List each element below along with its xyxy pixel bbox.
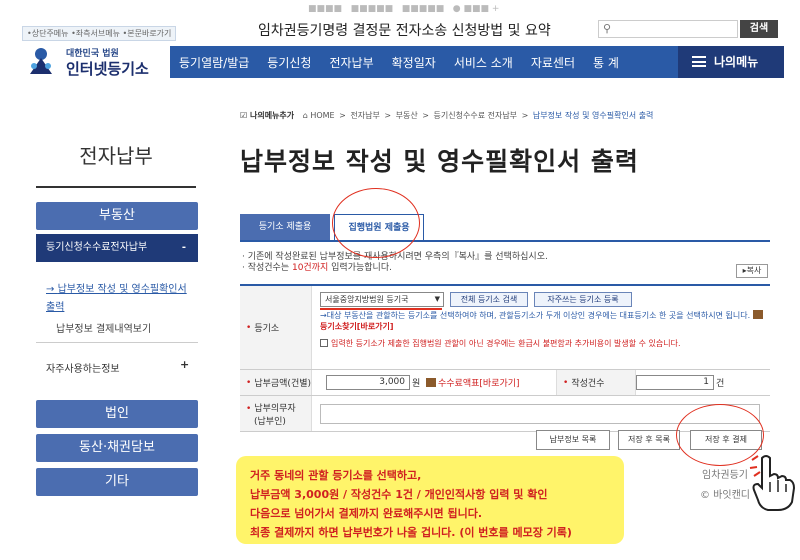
search-input[interactable] — [617, 22, 733, 36]
notice-text: · 기존에 작성완료된 납부정보를 재사용하시려면 우측의『복사』를 선택하십시… — [242, 252, 548, 273]
court-check-row[interactable]: 입력한 등기소가 제출한 집행법원 관할이 아닌 경우에는 환급시 불편함과 추… — [320, 338, 766, 349]
amount-unit: 원 — [412, 379, 421, 389]
my-menu-button[interactable]: 나의메뉴 — [678, 46, 784, 78]
breadcrumb: ☑ 나의메뉴추가 ⌂ HOME > 전자납부 > 부동산 > 등기신청수수료 전… — [240, 111, 654, 120]
nav-item-statistics[interactable]: 통 계 — [584, 54, 628, 71]
expand-icon[interactable]: + — [180, 358, 189, 371]
count-label: • 작성건수 — [556, 370, 636, 395]
save-and-list-button[interactable]: 저장 후 목록 — [618, 430, 680, 450]
payer-label: • 납부의무자 (납부인) — [240, 396, 312, 431]
amount-input[interactable]: 3,000 — [326, 375, 410, 390]
breadcrumb-e-payment[interactable]: 전자납부 — [350, 111, 379, 120]
sidebar-item-etc[interactable]: 기타 — [36, 468, 198, 496]
nav-item-apply[interactable]: 등기신청 — [258, 54, 320, 71]
logo-title: 인터넷등기소 — [66, 60, 149, 78]
home-icon: ⌂ — [302, 111, 308, 120]
tab-registry-submission[interactable]: 등기소 제출용 — [240, 214, 330, 241]
search-icon: ⚲ — [603, 22, 612, 35]
frequent-court-register-button[interactable]: 자주쓰는 등기소 등록 — [534, 292, 632, 307]
sidebar-divider — [36, 186, 196, 188]
book-icon — [752, 310, 763, 319]
skip-links[interactable]: •상단주메뉴 •좌측서브메뉴 •본문바로가기 — [22, 26, 177, 41]
search-box[interactable]: ⚲ — [598, 20, 738, 38]
sidebar-link-payment-history[interactable]: 납부정보 결제내역보기 — [56, 320, 151, 335]
main-nav: 등기열람/발급 등기신청 전자납부 확정일자 서비스 소개 자료센터 통 계 — [170, 46, 678, 78]
sidebar-item-realestate[interactable]: 부동산 — [36, 202, 198, 230]
breadcrumb-home[interactable]: HOME — [310, 111, 334, 120]
overlay-title: 임차권등기명령 결정문 전자소송 신청방법 및 요약 — [258, 23, 551, 39]
payment-form: • 등기소 서울중앙지방법원 등기국 ▼ 전체 등기소 검색 자주쓰는 등기소 등록… — [240, 284, 770, 432]
row-amount: • 납부금액(건별) 3,000 원 수수료액표[바로가기] • 작성건수 1 건 — [240, 370, 770, 396]
tab-underline — [240, 240, 770, 242]
annotation-note: 거주 동네의 관할 등기소를 선택하고, 납부금액 3,000원 / 작성건수 … — [236, 456, 624, 544]
utility-links-blurred: ■■■■ ■■■■■ ■■■■■ ● ■■■ + — [308, 4, 500, 14]
sidebar-link-write-payment[interactable]: → 납부정보 작성 및 영수필확인서 출력 — [46, 281, 194, 317]
book-icon — [426, 378, 436, 387]
site-logo[interactable]: 대한민국 법원 인터넷등기소 — [26, 42, 166, 82]
highlight-circle-tab — [332, 188, 420, 258]
court-note: →대상 부동산을 관할하는 등기소를 선택하여야 하며, 관할등기소가 두개 이… — [320, 310, 766, 332]
breadcrumb-current: 납부정보 작성 및 영수필확인서 출력 — [532, 111, 654, 120]
collapse-icon: - — [181, 242, 186, 253]
nav-item-resources[interactable]: 자료센터 — [522, 54, 584, 71]
sidebar-item-movable[interactable]: 동산·채권담보 — [36, 434, 198, 462]
court-checkbox[interactable] — [320, 339, 328, 347]
count-unit: 건 — [716, 379, 725, 389]
page-title: 납부정보 작성 및 영수필확인서 출력 — [240, 147, 639, 176]
breadcrumb-fee-payment[interactable]: 등기신청수수료 전자납부 — [434, 111, 518, 120]
nav-item-view-issue[interactable]: 등기열람/발급 — [170, 54, 258, 71]
copy-button[interactable]: ▸복사 — [736, 264, 768, 278]
nav-item-fixed-date[interactable]: 확정일자 — [383, 54, 445, 71]
breadcrumb-realestate[interactable]: 부동산 — [396, 111, 418, 120]
highlight-underline-court — [320, 308, 442, 310]
search-button[interactable]: 검색 — [740, 20, 778, 38]
pointing-hand-icon — [749, 455, 796, 511]
nav-item-service[interactable]: 서비스 소개 — [445, 54, 522, 71]
sidebar-submenu-fee-payment[interactable]: 등기신청수수료전자납부 - — [36, 234, 198, 262]
amount-label: • 납부금액(건별) — [240, 370, 312, 395]
sidebar-frequent-info[interactable]: 자주사용하는정보 — [46, 360, 120, 375]
sidebar-title: 전자납부 — [79, 144, 153, 168]
sidebar-separator — [36, 342, 198, 343]
sidebar-item-corporation[interactable]: 법인 — [36, 400, 198, 428]
nav-item-e-payment[interactable]: 전자납부 — [320, 54, 382, 71]
top-bar: •상단주메뉴 •좌측서브메뉴 •본문바로가기 ■■■■ ■■■■■ ■■■■■ … — [0, 0, 800, 44]
fee-table-link[interactable]: 수수료액표[바로가기] — [426, 376, 520, 389]
payment-list-button[interactable]: 납부정보 목록 — [536, 430, 610, 450]
court-select[interactable]: 서울중앙지방법원 등기국 ▼ — [320, 292, 444, 307]
row-court: • 등기소 서울중앙지방법원 등기국 ▼ 전체 등기소 검색 자주쓰는 등기소 등록… — [240, 286, 770, 370]
all-court-search-button[interactable]: 전체 등기소 검색 — [450, 292, 528, 307]
court-label: • 등기소 — [240, 286, 312, 369]
hamburger-icon — [692, 56, 706, 67]
chevron-down-icon: ▼ — [434, 295, 440, 303]
count-input[interactable]: 1 — [636, 375, 714, 390]
add-my-menu-button[interactable]: ☑ 나의메뉴추가 — [240, 111, 294, 120]
court-emblem-icon — [30, 48, 52, 74]
